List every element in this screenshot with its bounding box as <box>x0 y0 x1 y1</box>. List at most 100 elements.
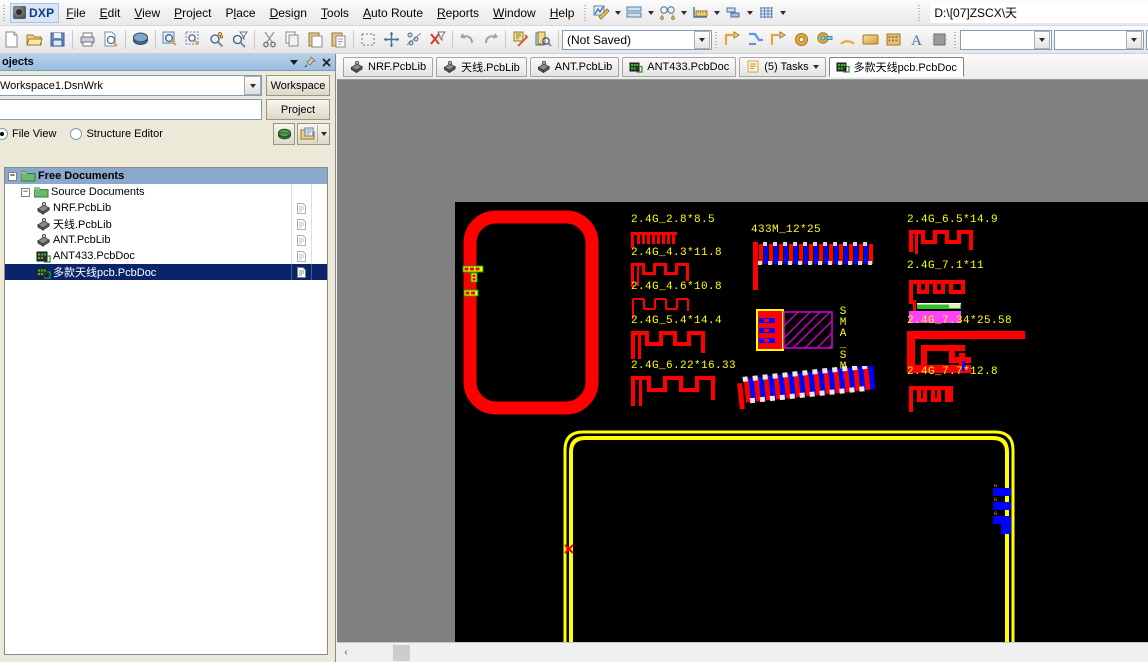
panel-pin-icon[interactable] <box>303 55 317 69</box>
not-saved-combo[interactable]: (Not Saved) <box>562 29 712 50</box>
menu-toolbar-grip[interactable] <box>582 3 589 22</box>
tab-duokuan-tianxian-pcbdoc[interactable]: 多款天线pcb.PcbDoc <box>828 56 964 77</box>
scroll-left-arrow-icon[interactable]: ‹ <box>337 644 355 662</box>
open-document-icon[interactable] <box>23 29 46 51</box>
tab-tasks-chevron-down-icon[interactable] <box>812 64 819 69</box>
path-toolbar-grip[interactable] <box>916 3 923 22</box>
find-similar-objects-chevron-down-icon[interactable] <box>678 3 689 23</box>
menu-item-view[interactable]: View <box>127 3 167 23</box>
file-view-radio-group[interactable]: File View <box>0 128 56 140</box>
filter-toolbar-grip[interactable] <box>952 30 958 49</box>
tree-node-free-documents[interactable]: − Free Documents <box>5 168 327 184</box>
zoom-selected-icon[interactable] <box>182 29 205 51</box>
select-area-icon[interactable] <box>357 29 380 51</box>
tree-node-nrf-pcblib[interactable]: NRF.PcbLib <box>5 200 327 216</box>
menu-item-window[interactable]: Window <box>486 3 543 23</box>
antenna-433m-12x25[interactable] <box>751 240 887 296</box>
place-track-icon[interactable] <box>744 29 767 51</box>
pcb-workspace[interactable]: 2.4G_2.8*8.5 2.4G_4.3*11.8 2.4G_4.6*10.8… <box>455 202 1148 642</box>
board-layers-chevron-down-icon[interactable] <box>645 3 656 23</box>
tree-node-tianxian-pcblib[interactable]: 天线.PcbLib <box>5 216 327 232</box>
save-document-icon[interactable] <box>46 29 69 51</box>
menu-item-project[interactable]: Project <box>167 3 218 23</box>
structure-editor-radio[interactable] <box>70 128 83 140</box>
measure-icon[interactable] <box>689 3 711 23</box>
place-toolbar-grip[interactable] <box>713 30 719 49</box>
align-icon[interactable] <box>403 29 426 51</box>
find-similar-objects-icon[interactable] <box>656 3 678 23</box>
layer-filter-chevron-down-icon[interactable] <box>1034 30 1050 49</box>
board-stack-icon[interactable] <box>722 3 744 23</box>
zoom-area-icon[interactable] <box>159 29 182 51</box>
measure-chevron-down-icon[interactable] <box>711 3 722 23</box>
clear-filter-icon[interactable] <box>228 29 251 51</box>
paste-icon[interactable] <box>304 29 327 51</box>
workspace-combo[interactable]: Workspace1.DsnWrk <box>0 75 262 96</box>
place-via-icon[interactable] <box>813 29 836 51</box>
panel-open-menu-button[interactable] <box>297 123 330 145</box>
loop-antenna-outline[interactable] <box>463 210 599 415</box>
menu-item-place[interactable]: Place <box>219 3 263 23</box>
board-outline-pads[interactable]: G G G <box>993 484 1021 544</box>
tab-nrf-pcblib[interactable]: NRF.PcbLib <box>343 56 434 77</box>
cross-probe-icon[interactable] <box>509 29 532 51</box>
tab-ant-pcblib[interactable]: ANT.PcbLib <box>529 56 620 77</box>
tab-tianxian-pcblib[interactable]: 天线.PcbLib <box>436 56 527 77</box>
canvas-horizontal-scrollbar[interactable]: ‹ <box>337 642 1148 662</box>
project-input[interactable] <box>0 99 262 120</box>
move-icon[interactable] <box>380 29 403 51</box>
loop-antenna-feed-pads[interactable] <box>461 262 501 302</box>
board-layers-icon[interactable] <box>623 3 645 23</box>
board-outline-feed-marker[interactable] <box>563 542 579 558</box>
new-document-icon[interactable] <box>0 29 23 51</box>
board-stack-chevron-down-icon[interactable] <box>744 3 755 23</box>
expander-free-documents[interactable]: − <box>8 171 17 181</box>
net-filter-chevron-down-icon[interactable] <box>1126 30 1142 49</box>
antenna-diagonal-meander[interactable] <box>733 366 885 410</box>
layer-filter-combo[interactable] <box>960 29 1052 50</box>
print-icon[interactable] <box>76 29 99 51</box>
panel-chevron-down-icon[interactable] <box>287 55 301 69</box>
panel-menu-chevron-down-icon[interactable] <box>317 125 329 143</box>
clear-selection-icon[interactable] <box>426 29 449 51</box>
workspace-button[interactable]: Workspace <box>266 75 330 96</box>
workspace-chevron-down-icon[interactable] <box>244 76 261 95</box>
tree-node-ant-pcblib[interactable]: ANT.PcbLib <box>5 232 327 248</box>
menu-item-tools[interactable]: Tools <box>314 3 356 23</box>
not-saved-chevron-down-icon[interactable] <box>694 30 710 49</box>
menu-item-file[interactable]: File <box>59 3 92 23</box>
expander-source-documents[interactable]: − <box>21 187 30 197</box>
menu-item-edit[interactable]: Edit <box>93 3 128 23</box>
structure-editor-radio-group[interactable]: Structure Editor <box>70 128 163 140</box>
tab-ant433-pcbdoc[interactable]: ANT433.PcbDoc <box>622 56 737 77</box>
place-line-icon[interactable] <box>721 29 744 51</box>
paste-special-icon[interactable] <box>327 29 350 51</box>
browse-library-icon[interactable] <box>532 29 555 51</box>
net-filter-combo[interactable] <box>1054 29 1144 50</box>
project-button[interactable]: Project <box>266 99 330 120</box>
tree-node-duokuan-tianxian-pcbdoc[interactable]: 多款天线pcb.PcbDoc <box>5 264 327 280</box>
place-fill-icon[interactable] <box>859 29 882 51</box>
grid-chevron-down-icon[interactable] <box>777 3 788 23</box>
file-view-radio[interactable] <box>0 128 8 140</box>
open-device-view-icon[interactable] <box>129 29 152 51</box>
document-path-field[interactable]: D:\[07]ZSCX\天 <box>930 2 1148 23</box>
place-arc-center-icon[interactable] <box>836 29 859 51</box>
place-string-icon[interactable]: A <box>905 29 928 51</box>
tree-node-source-documents[interactable]: − Source Documents <box>5 184 327 200</box>
footprint-sma-smt[interactable] <box>755 306 845 362</box>
redo-icon[interactable] <box>479 29 502 51</box>
cut-icon[interactable] <box>258 29 281 51</box>
design-compiler-icon[interactable] <box>590 3 612 23</box>
design-compiler-chevron-down-icon[interactable] <box>612 3 623 23</box>
place-arc-icon[interactable] <box>767 29 790 51</box>
print-preview-icon[interactable] <box>99 29 122 51</box>
menu-item-design[interactable]: Design <box>263 3 314 23</box>
undo-icon[interactable] <box>456 29 479 51</box>
zoom-filtered-icon[interactable] <box>205 29 228 51</box>
menu-item-auto-route[interactable]: Auto Route <box>356 3 430 23</box>
copy-icon[interactable] <box>281 29 304 51</box>
grid-icon[interactable] <box>755 3 777 23</box>
menubar-grip[interactable] <box>1 3 7 22</box>
pcb-canvas-area[interactable]: 2.4G_2.8*8.5 2.4G_4.3*11.8 2.4G_4.6*10.8… <box>337 80 1148 642</box>
